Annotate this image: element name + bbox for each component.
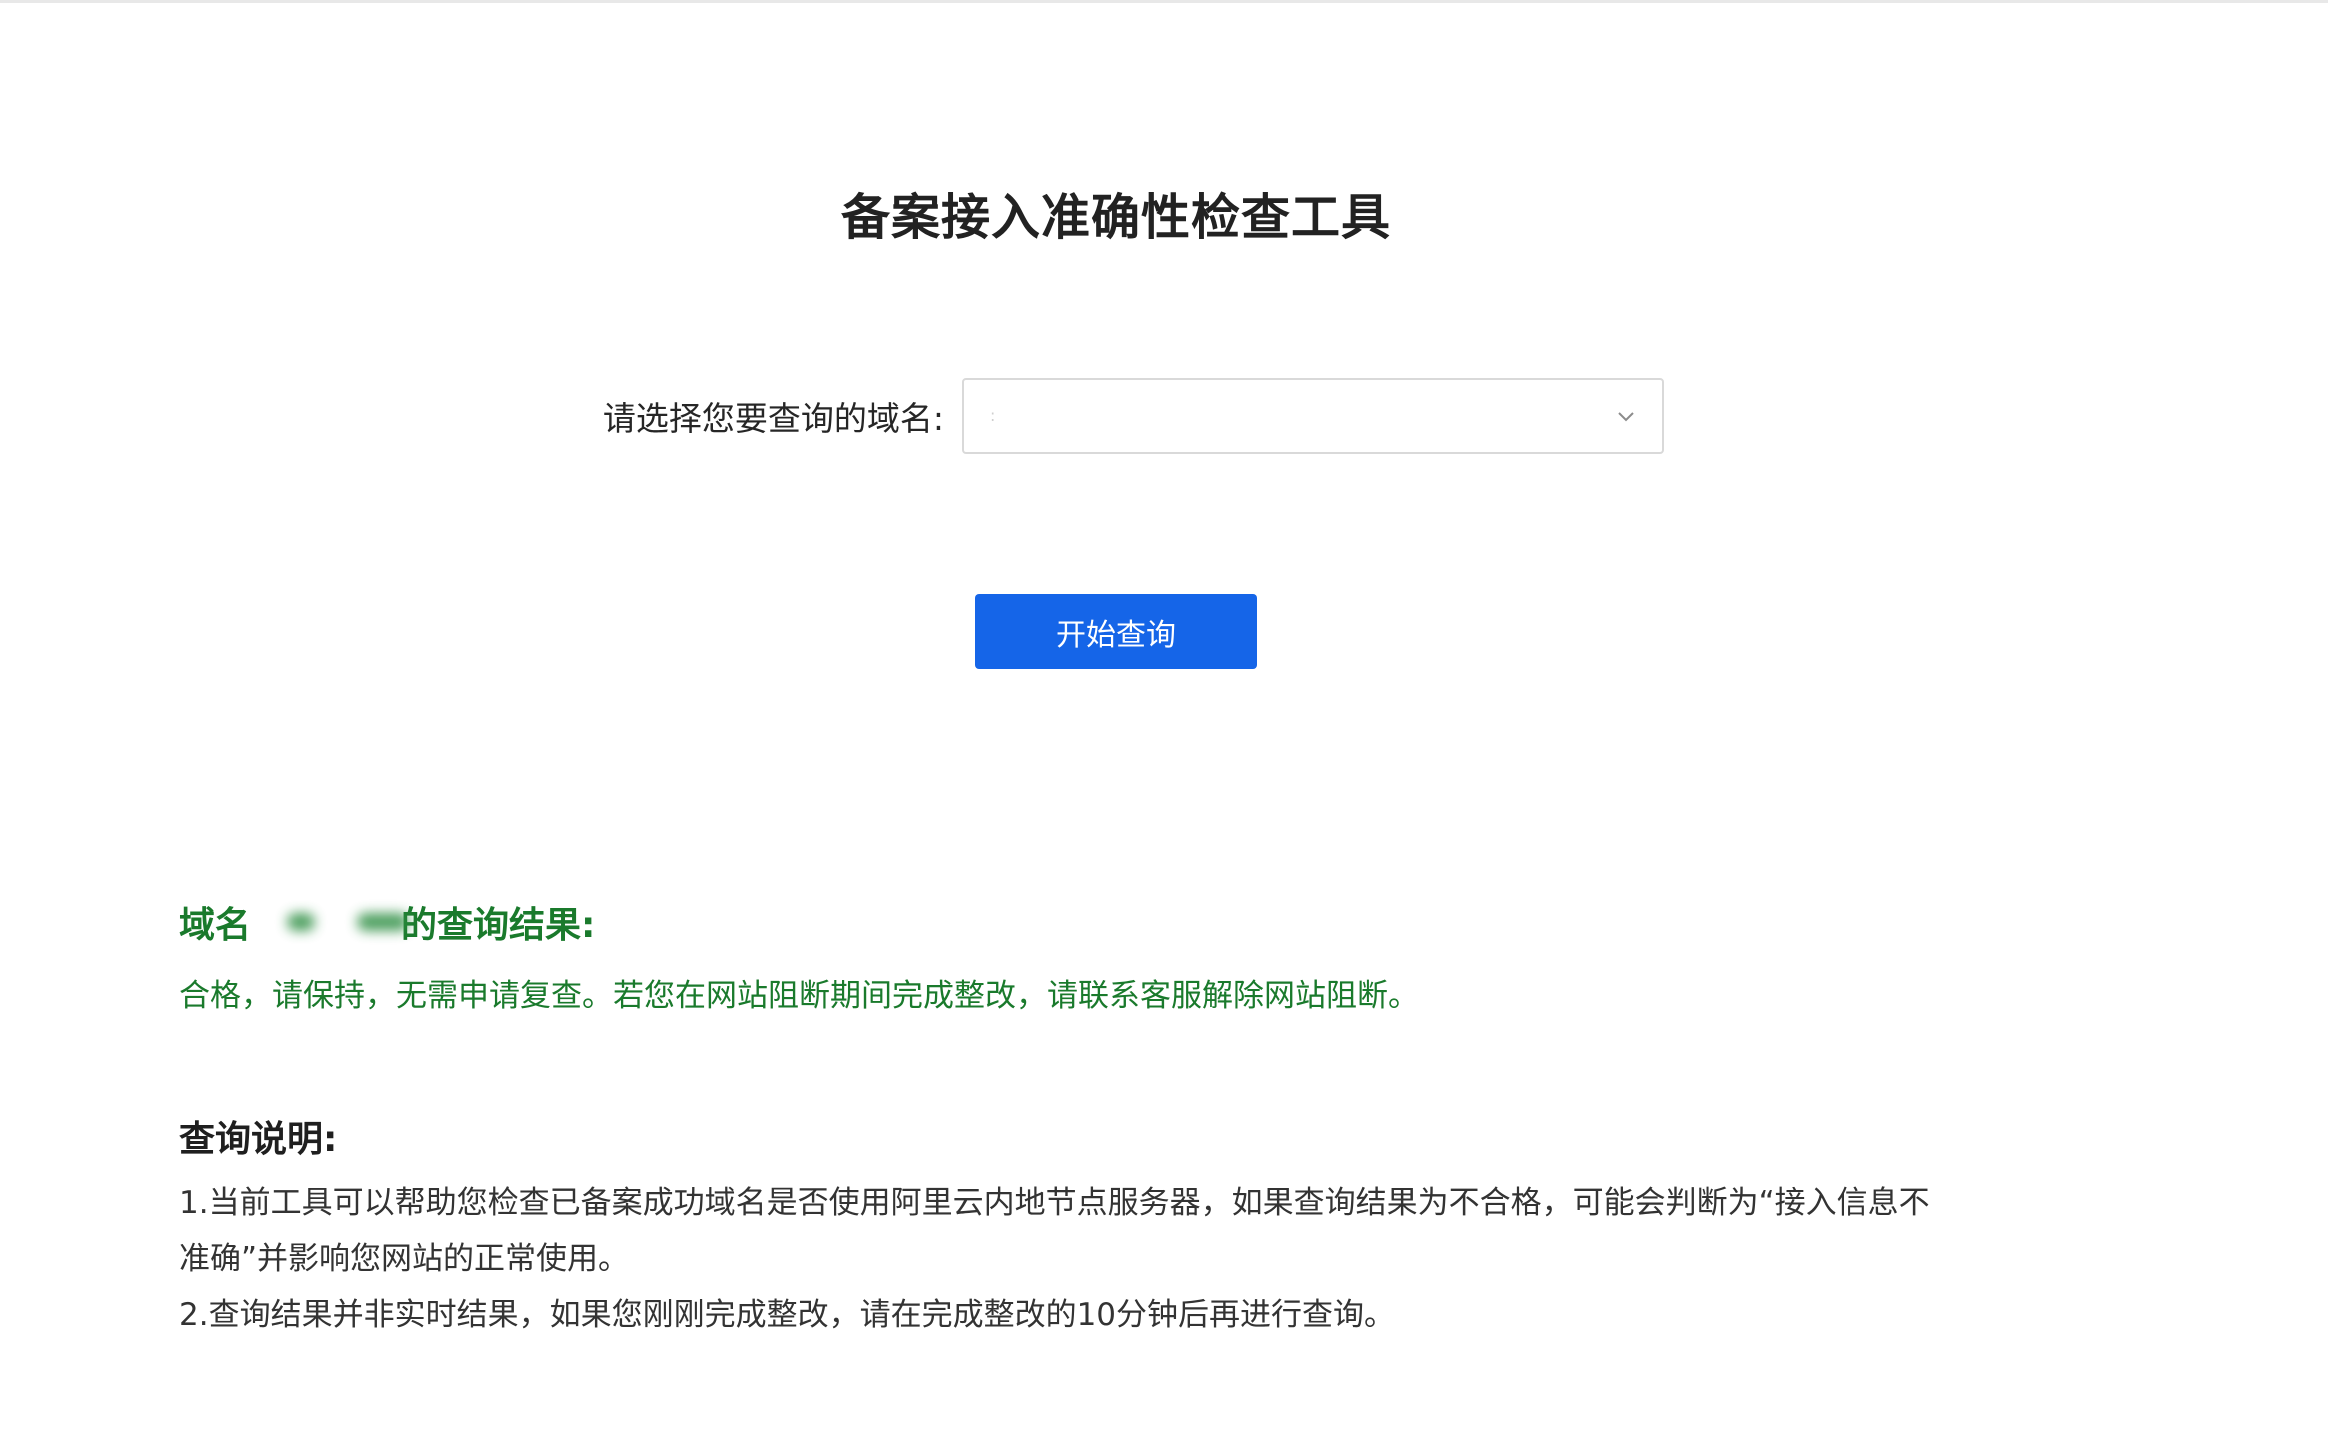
redacted-domain bbox=[253, 902, 413, 942]
notes-title: 查询说明: bbox=[179, 1119, 338, 1160]
notes-line-1: 1.当前工具可以帮助您检查已备案成功域名是否使用阿里云内地节点服务器，如果查询结… bbox=[179, 1185, 1930, 1221]
notes-line-3: 2.查询结果并非实时结果，如果您刚刚完成整改，请在完成整改的10分钟后再进行查询… bbox=[179, 1297, 1396, 1333]
domain-select[interactable]: : bbox=[962, 378, 1664, 454]
chevron-down-icon bbox=[1618, 412, 1634, 422]
start-query-button[interactable]: 开始查询 bbox=[975, 594, 1257, 669]
page: 备案接入准确性检查工具 请选择您要查询的域名: : 开始查询 域名 的查询结果:… bbox=[0, 0, 2328, 1438]
result-message: 合格，请保持，无需申请复查。若您在网站阻断期间完成整改，请联系客服解除网站阻断。 bbox=[179, 978, 1419, 1014]
notes-line-2: 准确”并影响您网站的正常使用。 bbox=[179, 1241, 630, 1277]
result-title-suffix: 的查询结果: bbox=[401, 905, 596, 946]
top-divider bbox=[0, 0, 2328, 3]
domain-select-value: : bbox=[990, 406, 996, 425]
domain-select-label: 请选择您要查询的域名: bbox=[602, 399, 944, 438]
result-title: 域名 的查询结果: bbox=[179, 896, 595, 948]
domain-select-row: 请选择您要查询的域名: : bbox=[600, 378, 1664, 454]
result-title-prefix: 域名 bbox=[179, 905, 252, 946]
page-title: 备案接入准确性检查工具 bbox=[840, 189, 1391, 246]
